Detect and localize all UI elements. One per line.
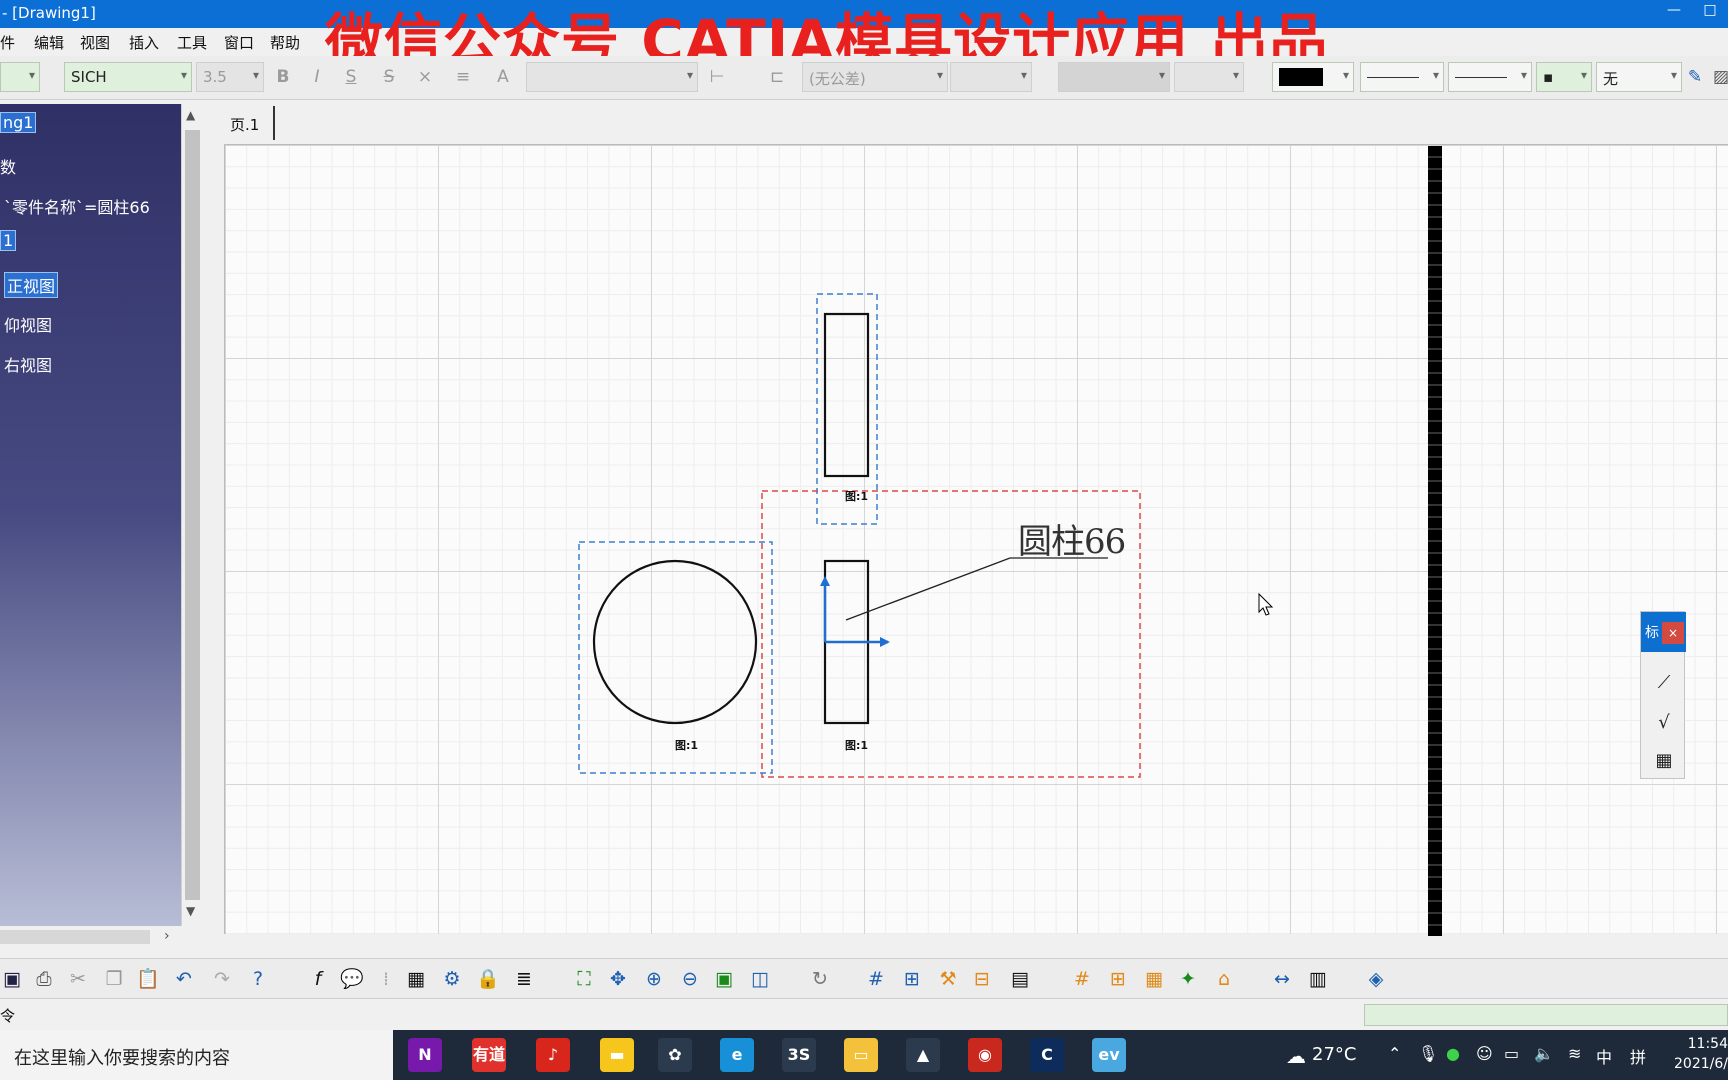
roughness-symbol-icon[interactable]: √ xyxy=(1651,710,1677,736)
view-label-side[interactable]: 图:1 xyxy=(675,737,698,753)
table-edit-icon[interactable]: ⊞ xyxy=(1106,967,1130,991)
comment-icon[interactable]: 💬 xyxy=(340,967,364,991)
status-bar: 令 xyxy=(0,998,1728,1030)
view-label-top[interactable]: 图:1 xyxy=(845,488,868,504)
battery-icon[interactable]: ▭ xyxy=(1504,1044,1519,1063)
standard-toolbar: ▣ ⎙ ✂ ❐ 📋 ↶ ↷ ? f 💬 ⁞ ▦ ⚙ 🔒 ≣ ⛶ ✥ ⊕ ⊖ ▣ … xyxy=(0,958,1728,998)
print-icon[interactable]: ⎙ xyxy=(32,967,56,991)
top-view-rectangle[interactable] xyxy=(823,312,870,478)
insert-frame-icon[interactable]: ⌂ xyxy=(1212,967,1236,991)
ime-mode[interactable]: 中 xyxy=(1596,1044,1612,1068)
floating-toolbar: 标 × ⟋ √ ▦ xyxy=(1640,611,1686,779)
clock-date: 2021/6/ xyxy=(1674,1056,1728,1072)
snap-icon[interactable]: ⊞ xyxy=(900,967,924,991)
zoom-out-icon[interactable]: ⊖ xyxy=(678,967,702,991)
annotation-text[interactable]: 圆柱66 xyxy=(1018,514,1126,563)
measure-between-icon[interactable]: ↔ xyxy=(1270,967,1294,991)
chevron-up-icon[interactable]: ⌃ xyxy=(1388,1044,1401,1063)
taskbar-app-youdao-icon[interactable]: 有道 xyxy=(472,1038,506,1072)
measure-icon[interactable]: ✦ xyxy=(1176,967,1200,991)
analysis-icon[interactable]: ⚒ xyxy=(936,967,960,991)
taskbar-app-onenote-icon[interactable]: N xyxy=(408,1038,442,1072)
clock-time: 11:54 xyxy=(1687,1036,1728,1052)
sheet-background-icon[interactable]: ▥ xyxy=(1306,967,1330,991)
taskbar-app-catia-red-icon[interactable]: ◉ xyxy=(968,1038,1002,1072)
close-icon[interactable]: × xyxy=(1662,622,1684,644)
dimension-system-icon[interactable]: ⊟ xyxy=(970,967,994,991)
zoom-area-icon[interactable]: ▣ xyxy=(712,967,736,991)
cut-icon[interactable]: ✂ xyxy=(66,967,90,991)
taskbar-app-edge-icon[interactable]: e xyxy=(720,1038,754,1072)
paste-icon[interactable]: 📋 xyxy=(136,967,160,991)
taskbar-search-placeholder: 在这里输入你要搜索的内容 xyxy=(14,1048,230,1069)
save-icon[interactable]: ▣ xyxy=(0,967,24,991)
ime-pinyin[interactable]: 拼 xyxy=(1630,1044,1646,1068)
workbench-icon[interactable]: ◈ xyxy=(1364,967,1388,991)
taskbar-app-music-icon[interactable]: ♪ xyxy=(536,1038,570,1072)
taskbar-app-sticky-notes-icon[interactable]: ▬ xyxy=(600,1038,634,1072)
table-icon[interactable]: ▦ xyxy=(1651,748,1677,774)
formula-icon[interactable]: f xyxy=(306,967,330,991)
text-with-leader-icon[interactable]: ⟋ xyxy=(1651,670,1677,696)
lock-icon[interactable]: 🔒 xyxy=(476,967,500,991)
zoom-in-icon[interactable]: ⊕ xyxy=(642,967,666,991)
weather-temp[interactable]: 27°C xyxy=(1312,1044,1356,1065)
undo-icon[interactable]: ↶ xyxy=(172,967,196,991)
area-fill-icon[interactable]: ▦ xyxy=(1142,967,1166,991)
catalog-icon[interactable]: ⚙ xyxy=(440,967,464,991)
knowledge-icon[interactable]: ⁞ xyxy=(374,967,398,991)
leader-line[interactable] xyxy=(845,557,1011,621)
weather-icon[interactable]: ☁ xyxy=(1286,1044,1306,1068)
drawing-geometry xyxy=(578,293,1274,778)
user-icon[interactable]: ☺ xyxy=(1476,1044,1493,1063)
taskbar-app-photos-icon[interactable]: ▲ xyxy=(906,1038,940,1072)
taskbar-app-pinwheel-icon[interactable]: ✿ xyxy=(658,1038,692,1072)
update-icon[interactable]: ↻ xyxy=(808,967,832,991)
clock[interactable]: 11:54 2021/6/ xyxy=(1666,1034,1728,1074)
mouse-cursor-icon xyxy=(1258,592,1274,616)
wechat-icon[interactable]: ● xyxy=(1446,1044,1460,1063)
grid-icon[interactable]: # xyxy=(864,967,888,991)
fit-all-icon[interactable]: ⛶ xyxy=(572,967,596,991)
taskbar-app-catia-icon[interactable]: C xyxy=(1030,1038,1064,1072)
display-icon[interactable]: ▤ xyxy=(1008,967,1032,991)
parameters-icon[interactable]: ≣ xyxy=(512,967,536,991)
wifi-icon[interactable]: ≋ xyxy=(1568,1044,1581,1063)
normal-view-icon[interactable]: ◫ xyxy=(748,967,772,991)
side-view-circle[interactable] xyxy=(592,559,758,725)
taskbar-app-file-explorer-icon[interactable]: ▭ xyxy=(844,1038,878,1072)
copy-icon[interactable]: ❐ xyxy=(102,967,126,991)
dress-up-grid-icon[interactable]: # xyxy=(1070,967,1094,991)
whats-this-icon[interactable]: ? xyxy=(246,967,270,991)
floating-toolbar-title: 标 xyxy=(1645,625,1659,641)
command-prompt: 令 xyxy=(0,1007,16,1025)
axis-y-arrow-icon xyxy=(820,576,830,586)
design-table-icon[interactable]: ▦ xyxy=(404,967,428,991)
pan-icon[interactable]: ✥ xyxy=(606,967,630,991)
volume-icon[interactable]: 🔈 xyxy=(1534,1044,1554,1063)
taskbar-app-app-3s-icon[interactable]: 3S xyxy=(782,1038,816,1072)
microphone-icon[interactable]: 🎙 xyxy=(1418,1044,1438,1063)
taskbar: 在这里输入你要搜索的内容 N 有道 ♪ ▬ ✿ e 3S ▭ ▲ ◉ Cev ☁ 27°C ⌃ 🎙 … xyxy=(0,1030,1728,1080)
taskbar-app-app-ev-icon[interactable]: ev xyxy=(1092,1038,1126,1072)
taskbar-search[interactable]: 在这里输入你要搜索的内容 xyxy=(0,1030,393,1080)
view-label-front[interactable]: 图:1 xyxy=(845,737,868,753)
axis-x-arrow-icon xyxy=(880,637,890,647)
command-input[interactable] xyxy=(1364,1004,1728,1026)
redo-icon[interactable]: ↷ xyxy=(210,967,234,991)
